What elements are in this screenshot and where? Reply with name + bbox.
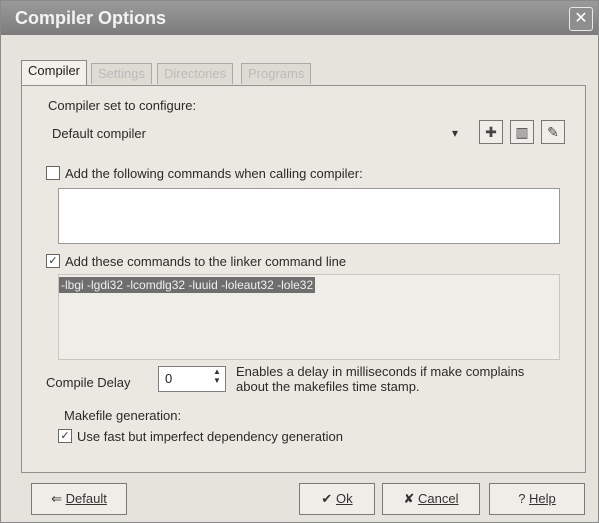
linker-commands-checkbox[interactable]: ✓ [46, 254, 60, 268]
fast-dependency-checkbox[interactable]: ✓ [58, 429, 72, 443]
rename-icon[interactable]: ✎ [541, 120, 565, 144]
window-title: Compiler Options [15, 8, 167, 28]
linker-commands-label: Add these commands to the linker command… [65, 254, 347, 269]
compile-delay-description: Enables a delay in milliseconds if make … [236, 364, 525, 394]
fast-dependency-label: Use fast but imperfect dependency genera… [77, 429, 343, 444]
tab-directories[interactable]: Directories [157, 63, 234, 84]
compiler-set-select[interactable]: Default compiler [52, 126, 146, 141]
calling-commands-label: Add the following commands when calling … [65, 166, 363, 181]
chevron-down-icon[interactable]: ▾ [452, 126, 458, 140]
help-button[interactable]: ? Help [489, 483, 585, 515]
arrow-left-icon: ⇐ [51, 491, 63, 506]
ok-button[interactable]: ✔ Ok [299, 483, 375, 515]
delete-icon[interactable]: ▥ [510, 120, 534, 144]
compiler-set-label: Compiler set to configure: [48, 98, 197, 113]
calling-commands-textarea[interactable] [58, 188, 560, 244]
tab-compiler[interactable]: Compiler [21, 60, 88, 85]
default-button[interactable]: ⇐ Default [31, 483, 127, 515]
linker-commands-textarea[interactable]: -lbgi -lgdi32 -lcomdlg32 -luuid -loleaut… [58, 274, 560, 360]
close-icon: ✘ [403, 491, 415, 506]
close-button[interactable]: ✕ [569, 7, 593, 31]
tab-settings[interactable]: Settings [91, 63, 152, 84]
compile-delay-value: 0 [165, 371, 173, 386]
linker-commands-text: -lbgi -lgdi32 -lcomdlg32 -luuid -loleaut… [59, 277, 316, 293]
calling-commands-checkbox[interactable] [46, 166, 60, 180]
compile-delay-label: Compile Delay [46, 375, 131, 390]
add-icon[interactable]: ✚ [479, 120, 503, 144]
tab-programs[interactable]: Programs [241, 63, 312, 84]
makefile-generation-label: Makefile generation: [64, 408, 182, 423]
compiler-options-window: Compiler Options ✕ Compiler Settings Dir… [0, 0, 599, 523]
cancel-button[interactable]: ✘ Cancel [382, 483, 480, 515]
check-icon: ✔ [321, 491, 333, 506]
help-icon: ? [518, 491, 526, 506]
title-bar: Compiler Options ✕ [1, 1, 598, 35]
spinner-arrows-icon[interactable]: ▲ ▼ [209, 367, 225, 391]
compile-delay-spinner[interactable]: 0 ▲ ▼ [158, 366, 226, 392]
compiler-tab-panel: Compiler set to configure: Default compi… [21, 85, 586, 473]
